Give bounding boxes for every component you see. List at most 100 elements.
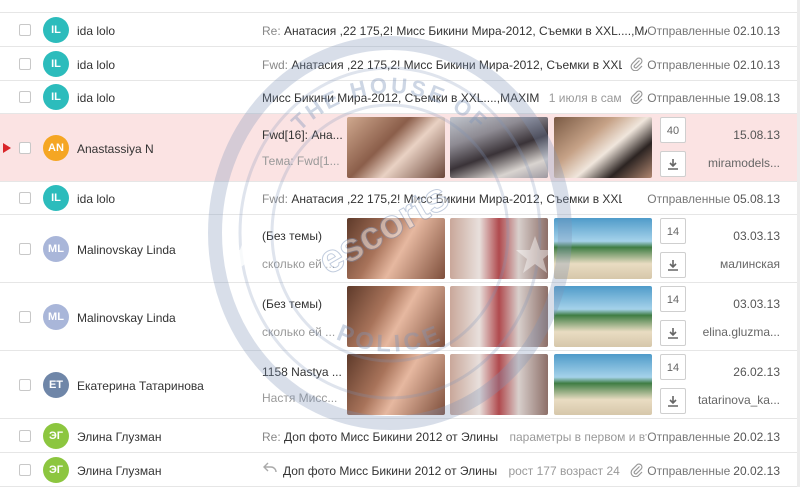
folder-date: Отправленные 02.10.13 — [647, 24, 780, 38]
subject-text: (Без темы) — [262, 229, 323, 243]
checkbox-icon[interactable] — [19, 430, 31, 442]
date-label: 15.08.13 — [733, 128, 780, 142]
message-row[interactable]: ML Malinovskay Linda (Без темы) сколько … — [0, 283, 800, 351]
attachment-count[interactable]: 14 — [660, 354, 686, 380]
subject-line: Re: Анатасия ,22 175,2! Мисс Бикини Мира… — [262, 24, 647, 38]
attachment-thumbnail[interactable] — [554, 286, 652, 347]
avatar: ЭГ — [43, 423, 69, 449]
avatar: IL — [43, 84, 69, 110]
attachment-thumbnail[interactable] — [347, 117, 445, 178]
message-row[interactable]: ЭГ Элина Глузман Доп фото Мисс Бикини 20… — [0, 453, 800, 487]
subject-text: (Без темы) — [262, 297, 323, 311]
snippet-text: сколько ей ... — [262, 257, 336, 271]
date-label: 19.08.13 — [733, 91, 780, 105]
message-row[interactable]: IL ida lolo Fwd: Анатасия ,22 175,2! Мис… — [0, 47, 800, 81]
message-row[interactable]: ЭГ Элина Глузман Re: Доп фото Мисс Бикин… — [0, 419, 800, 453]
avatar: AN — [43, 135, 69, 161]
download-icon — [668, 159, 678, 170]
avatar: ЭГ — [43, 457, 69, 483]
recipient-label: elina.gluzma... — [702, 325, 780, 339]
attachment-thumbnail[interactable] — [554, 354, 652, 415]
date-label: 26.02.13 — [733, 365, 780, 379]
subject-line: Доп фото Мисс Бикини 2012 от Элины рост … — [283, 464, 623, 478]
avatar: IL — [43, 185, 69, 211]
folder-label: Отправленные — [647, 192, 731, 206]
folder-label: Отправленные — [647, 91, 731, 105]
attachment-count[interactable]: 40 — [660, 117, 686, 143]
avatar: IL — [43, 51, 69, 77]
attachment-thumbnail[interactable] — [450, 354, 548, 415]
download-button[interactable] — [660, 252, 686, 278]
snippet-text: рост 177 возраст 24 во... — [508, 464, 623, 478]
date-label: 03.03.13 — [733, 229, 780, 243]
subject-line: Fwd: Анатасия ,22 175,2! Мисс Бикини Мир… — [262, 58, 622, 72]
message-row[interactable]: ML Malinovskay Linda (Без темы) сколько … — [0, 215, 800, 283]
recipient-label: miramodels... — [707, 156, 780, 170]
attachment-thumbnail[interactable] — [450, 218, 548, 279]
date-label: 20.02.13 — [733, 430, 780, 444]
checkbox-icon[interactable] — [19, 311, 31, 323]
snippet-text: Тема: Fwd[1... — [262, 154, 340, 168]
date-label: 20.02.13 — [733, 464, 780, 478]
attachment-thumbnail[interactable] — [450, 117, 548, 178]
checkbox-icon[interactable] — [19, 379, 31, 391]
date-label: 05.08.13 — [733, 192, 780, 206]
list-top-edge — [0, 0, 800, 13]
subject-text: Анатасия ,22 175,2! Мисс Бикини Мира-201… — [291, 192, 622, 206]
subject-line: Fwd: Анатасия ,22 175,2! Мисс Бикини Мир… — [262, 192, 622, 206]
recipient-label: малинская — [720, 257, 780, 271]
date-label: 02.10.13 — [733, 24, 780, 38]
message-row[interactable]: IL ida lolo Мисс Бикини Мира-2012, Съемк… — [0, 81, 800, 114]
avatar: ET — [43, 372, 69, 398]
attachment-thumbnail[interactable] — [554, 117, 652, 178]
folder-label: Отправленные — [647, 58, 731, 72]
checkbox-icon[interactable] — [19, 91, 31, 103]
sender-name: ida lolo — [77, 58, 116, 72]
download-button[interactable] — [660, 320, 686, 346]
attachment-thumbnail[interactable] — [347, 354, 445, 415]
checkbox-icon[interactable] — [19, 243, 31, 255]
download-icon — [668, 328, 678, 339]
sender-name: ida lolo — [77, 24, 116, 38]
folder-date: Отправленные 02.10.13 — [647, 58, 780, 72]
download-button[interactable] — [660, 151, 686, 177]
attachment-thumbnail[interactable] — [450, 286, 548, 347]
message-row[interactable]: ET Екатерина Татаринова 1158 Nastya ... … — [0, 351, 800, 419]
attachment-thumbnail[interactable] — [554, 218, 652, 279]
subject-text: Анатасия ,22 175,2! Мисс Бикини Мира-201… — [291, 58, 622, 72]
date-label: 03.03.13 — [733, 297, 780, 311]
sender-name: Екатерина Татаринова — [77, 379, 204, 393]
avatar: ML — [43, 304, 69, 330]
message-row[interactable]: AN Anastassiya N Fwd[16]: Ана... Тема: F… — [0, 114, 800, 182]
sender-name: Malinovskay Linda — [77, 243, 176, 257]
folder-label: Отправленные — [647, 430, 731, 444]
folder-label: Отправленные — [647, 464, 731, 478]
checkbox-icon[interactable] — [19, 464, 31, 476]
message-row[interactable]: IL ida lolo Fwd: Анатасия ,22 175,2! Мис… — [0, 182, 800, 215]
date-label: 02.10.13 — [733, 58, 780, 72]
sender-name: Malinovskay Linda — [77, 311, 176, 325]
download-button[interactable] — [660, 388, 686, 414]
checkbox-icon[interactable] — [19, 142, 31, 154]
checkbox-icon[interactable] — [19, 58, 31, 70]
snippet-text: Настя Мисс... — [262, 391, 338, 405]
attachment-count[interactable]: 14 — [660, 286, 686, 312]
folder-date: Отправленные 20.02.13 — [647, 464, 780, 478]
attachment-thumbnail[interactable] — [347, 218, 445, 279]
message-row[interactable]: IL ida lolo Re: Анатасия ,22 175,2! Мисс… — [0, 13, 800, 47]
subject-prefix: Re: — [262, 24, 281, 38]
attachment-thumbnail[interactable] — [347, 286, 445, 347]
recipient-label: tatarinova_ka... — [697, 393, 780, 407]
flag-icon[interactable] — [3, 143, 11, 153]
subject-text: Мисс Бикини Мира-2012, Съемки в XXL....,… — [262, 91, 540, 105]
checkbox-icon[interactable] — [19, 24, 31, 36]
paperclip-icon — [630, 463, 643, 477]
download-icon — [668, 260, 678, 271]
subject-line: Мисс Бикини Мира-2012, Съемки в XXL....,… — [262, 91, 622, 105]
subject-prefix: Fwd: — [262, 58, 289, 72]
subject-text: Доп фото Мисс Бикини 2012 от Элины — [284, 430, 499, 444]
checkbox-icon[interactable] — [19, 192, 31, 204]
attachment-count[interactable]: 14 — [660, 218, 686, 244]
subject-text: Анатасия ,22 175,2! Мисс Бикини Мира-201… — [284, 24, 647, 38]
folder-date: Отправленные 19.08.13 — [647, 91, 780, 105]
